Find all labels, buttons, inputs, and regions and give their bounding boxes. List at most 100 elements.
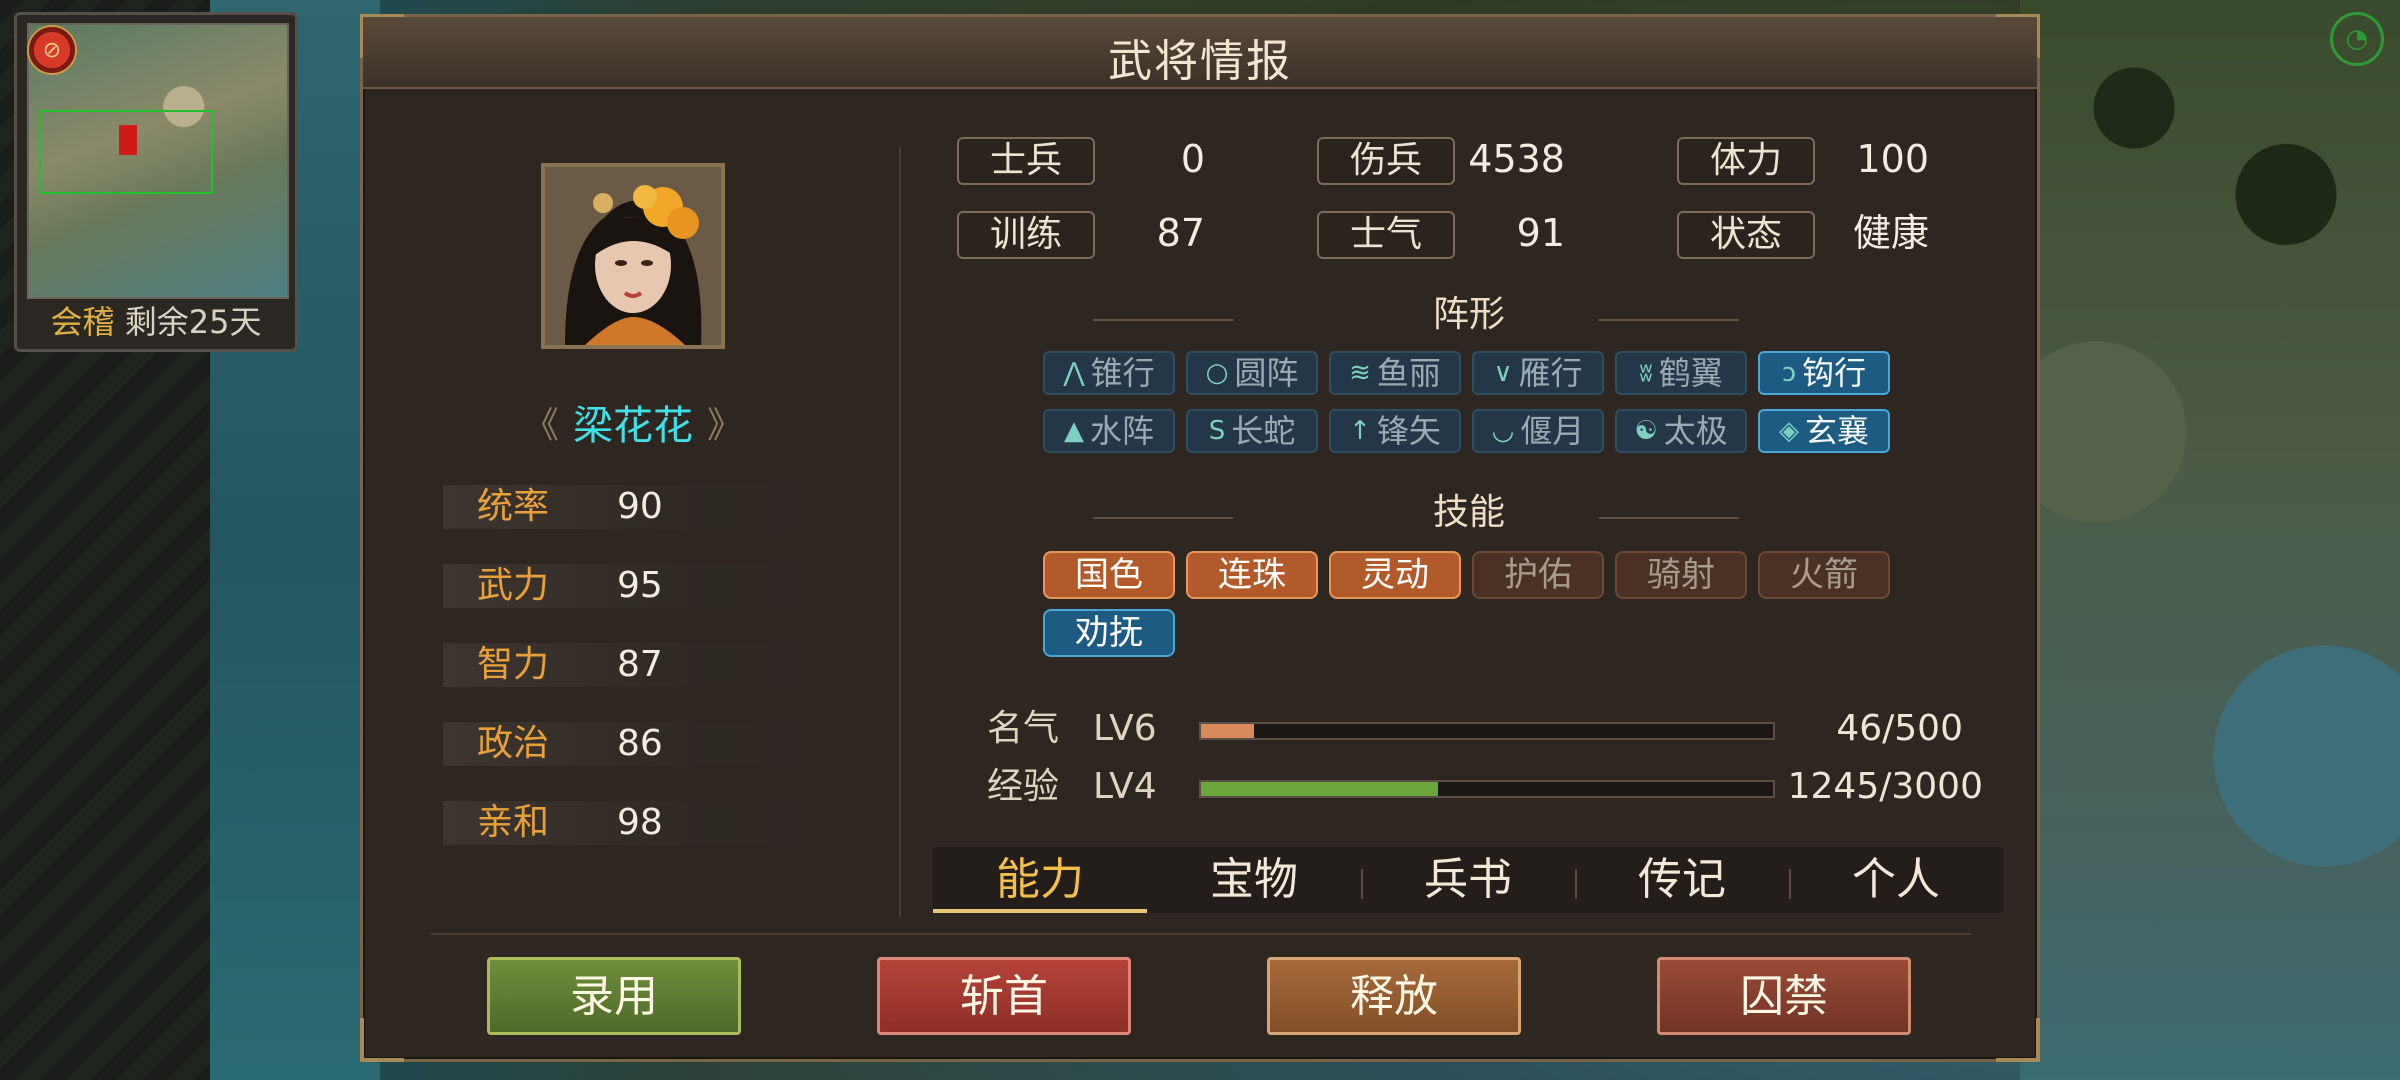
formation-button[interactable]: ʬ 鹤翼 [1615,351,1747,395]
formation-arrow-icon: ↑ [1349,416,1371,446]
formation-label: 锋矢 [1376,412,1441,450]
exp-level: LV4 [1093,766,1157,807]
skill-button[interactable]: 灵动 [1329,551,1461,599]
formation-label: 偃月 [1520,412,1585,450]
formation-button[interactable]: ▲ 水阵 [1043,409,1175,453]
formation-button[interactable]: S 长蛇 [1186,409,1318,453]
section-ornament [1599,319,1739,321]
status-label: 状态 [1677,211,1815,259]
section-ornament [1093,517,1233,519]
formation-water-icon: ▲ [1063,416,1084,446]
column-divider [899,147,901,917]
imprison-button[interactable]: 囚禁 [1657,957,1911,1035]
wounded-value: 4538 [1468,137,1565,181]
formation-fish-scale-icon: ≋ [1349,358,1371,388]
tab-treasure[interactable]: 宝物 [1147,847,1361,913]
stamina-label: 体力 [1677,137,1815,185]
background-map [2020,0,2400,1080]
soldiers-label: 士兵 [957,137,1095,185]
formation-button[interactable]: ∨ 雁行 [1472,351,1604,395]
stat-label: 亲和 [477,802,550,843]
skill-button[interactable]: 劝抚 [1043,609,1175,657]
formation-label: 锥行 [1090,354,1155,392]
skill-button-locked[interactable]: 火箭 [1758,551,1890,599]
horizontal-divider [431,933,1971,935]
stat-value: 87 [617,644,663,685]
tab-personal[interactable]: 个人 [1789,847,2003,913]
fame-label: 名气 [987,708,1060,749]
section-ornament [1599,517,1739,519]
skill-section-title: 技能 [1432,492,1505,533]
minimap-city-name: 会稽 [50,303,115,341]
right-ornament-icon: 》 [707,405,744,446]
skill-button-locked[interactable]: 护佑 [1472,551,1604,599]
formation-button[interactable]: ◡ 偃月 [1472,409,1604,453]
formation-button-active[interactable]: ↄ 钩行 [1758,351,1890,395]
stat-row-command: 统率 90 [443,485,813,529]
stat-row-intelligence: 智力 87 [443,643,813,687]
formation-crescent-icon: ◡ [1491,416,1515,446]
stat-value: 90 [617,486,663,527]
minimap-remaining-days: 剩余25天 [124,303,262,341]
wounded-label: 伤兵 [1317,137,1455,185]
minimap[interactable]: ⊘ 会稽 剩余25天 [14,12,298,352]
formation-button[interactable]: ≋ 鱼丽 [1329,351,1461,395]
panel-corner-ornament [360,1018,404,1062]
fame-progress-fill [1201,724,1254,738]
tab-military-books[interactable]: 兵书 [1361,847,1575,913]
stat-label: 统率 [477,486,550,527]
formation-label: 水阵 [1089,412,1154,450]
faction-flag-icon[interactable]: ⊘ [27,25,77,75]
stat-label: 智力 [477,644,550,685]
skill-button[interactable]: 连珠 [1186,551,1318,599]
formation-snake-icon: S [1208,416,1226,446]
stamina-value: 100 [1856,137,1929,181]
hire-button[interactable]: 录用 [487,957,741,1035]
formation-button[interactable]: ☯ 太极 [1615,409,1747,453]
soldiers-value: 0 [1180,137,1205,181]
general-portrait [541,163,725,349]
formation-label: 雁行 [1518,354,1583,392]
skill-button[interactable]: 国色 [1043,551,1175,599]
behead-button[interactable]: 斩首 [877,957,1131,1035]
fame-count: 46/500 [1836,708,1963,749]
stat-value: 86 [617,723,663,764]
release-button[interactable]: 释放 [1267,957,1521,1035]
formation-label: 鱼丽 [1376,354,1441,392]
formation-button[interactable]: ↑ 锋矢 [1329,409,1461,453]
formation-label: 太极 [1663,412,1728,450]
minimap-city-marker [119,125,137,155]
skill-button-locked[interactable]: 骑射 [1615,551,1747,599]
morale-label: 士气 [1317,211,1455,259]
minimap-caption: 会稽 剩余25天 [17,297,295,343]
formation-label: 鹤翼 [1658,354,1723,392]
formation-spearhead-icon: ⋀ [1063,358,1085,388]
tab-ability[interactable]: 能力 [933,847,1147,913]
exp-label: 经验 [987,766,1060,807]
stat-row-charm: 亲和 98 [443,801,813,845]
fame-progress-bar [1199,722,1775,740]
formation-button[interactable]: ○ 圆阵 [1186,351,1318,395]
stat-row-force: 武力 95 [443,564,813,608]
exp-progress-fill [1201,782,1439,796]
formation-button-active[interactable]: ◈ 玄襄 [1758,409,1890,453]
formation-crane-wing-icon: ʬ [1639,358,1653,388]
network-status-icon: ◔ [2330,12,2384,66]
exp-count: 1245/3000 [1787,766,1983,807]
formation-taiji-icon: ☯ [1634,416,1658,446]
formation-section-title: 阵形 [1432,294,1505,335]
formation-label: 玄襄 [1804,412,1869,450]
training-label: 训练 [957,211,1095,259]
general-name: 梁花花 [573,403,693,449]
panel-corner-ornament [1996,1018,2040,1062]
general-name-plate: 《 梁花花 》 [508,397,758,449]
tab-bar: 能力 宝物 兵书 传记 个人 [933,847,2003,913]
tab-biography[interactable]: 传记 [1575,847,1789,913]
formation-goose-icon: ∨ [1493,358,1513,388]
stat-row-politics: 政治 86 [443,722,813,766]
general-info-panel: 武将情报 《 梁花花 》 统率 90 武力 95 智力 87 政治 86 亲和 … [360,14,2040,1062]
formation-button[interactable]: ⋀ 锥行 [1043,351,1175,395]
formation-circle-icon: ○ [1205,358,1229,388]
stat-value: 95 [617,565,663,606]
formation-label: 圆阵 [1234,354,1299,392]
